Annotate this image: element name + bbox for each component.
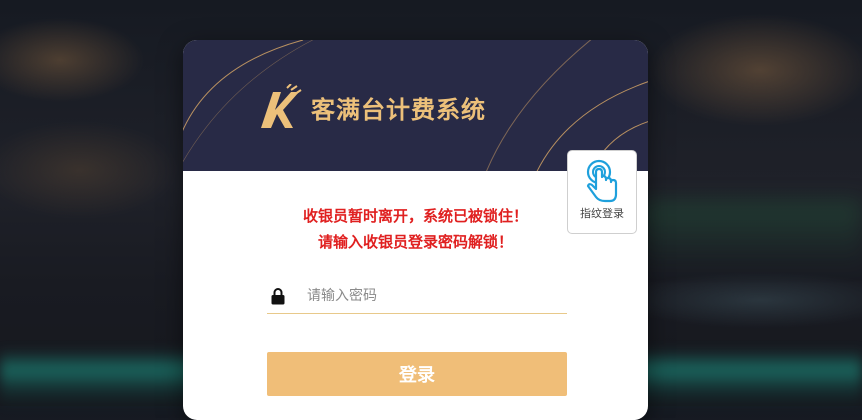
lock-icon <box>267 287 289 305</box>
brand: 客满台计费系统 <box>257 84 486 130</box>
background-blur-green <box>640 200 862 270</box>
logo-icon <box>261 84 302 128</box>
fingerprint-login-button[interactable]: 指纹登录 <box>567 150 637 234</box>
password-input[interactable] <box>305 282 549 310</box>
password-field-row <box>267 279 567 314</box>
login-button[interactable]: 登录 <box>267 352 567 396</box>
fingerprint-login-label: 指纹登录 <box>580 207 624 220</box>
tap-hand-icon <box>586 159 618 203</box>
app-title: 客满台计费系统 <box>311 95 486 124</box>
